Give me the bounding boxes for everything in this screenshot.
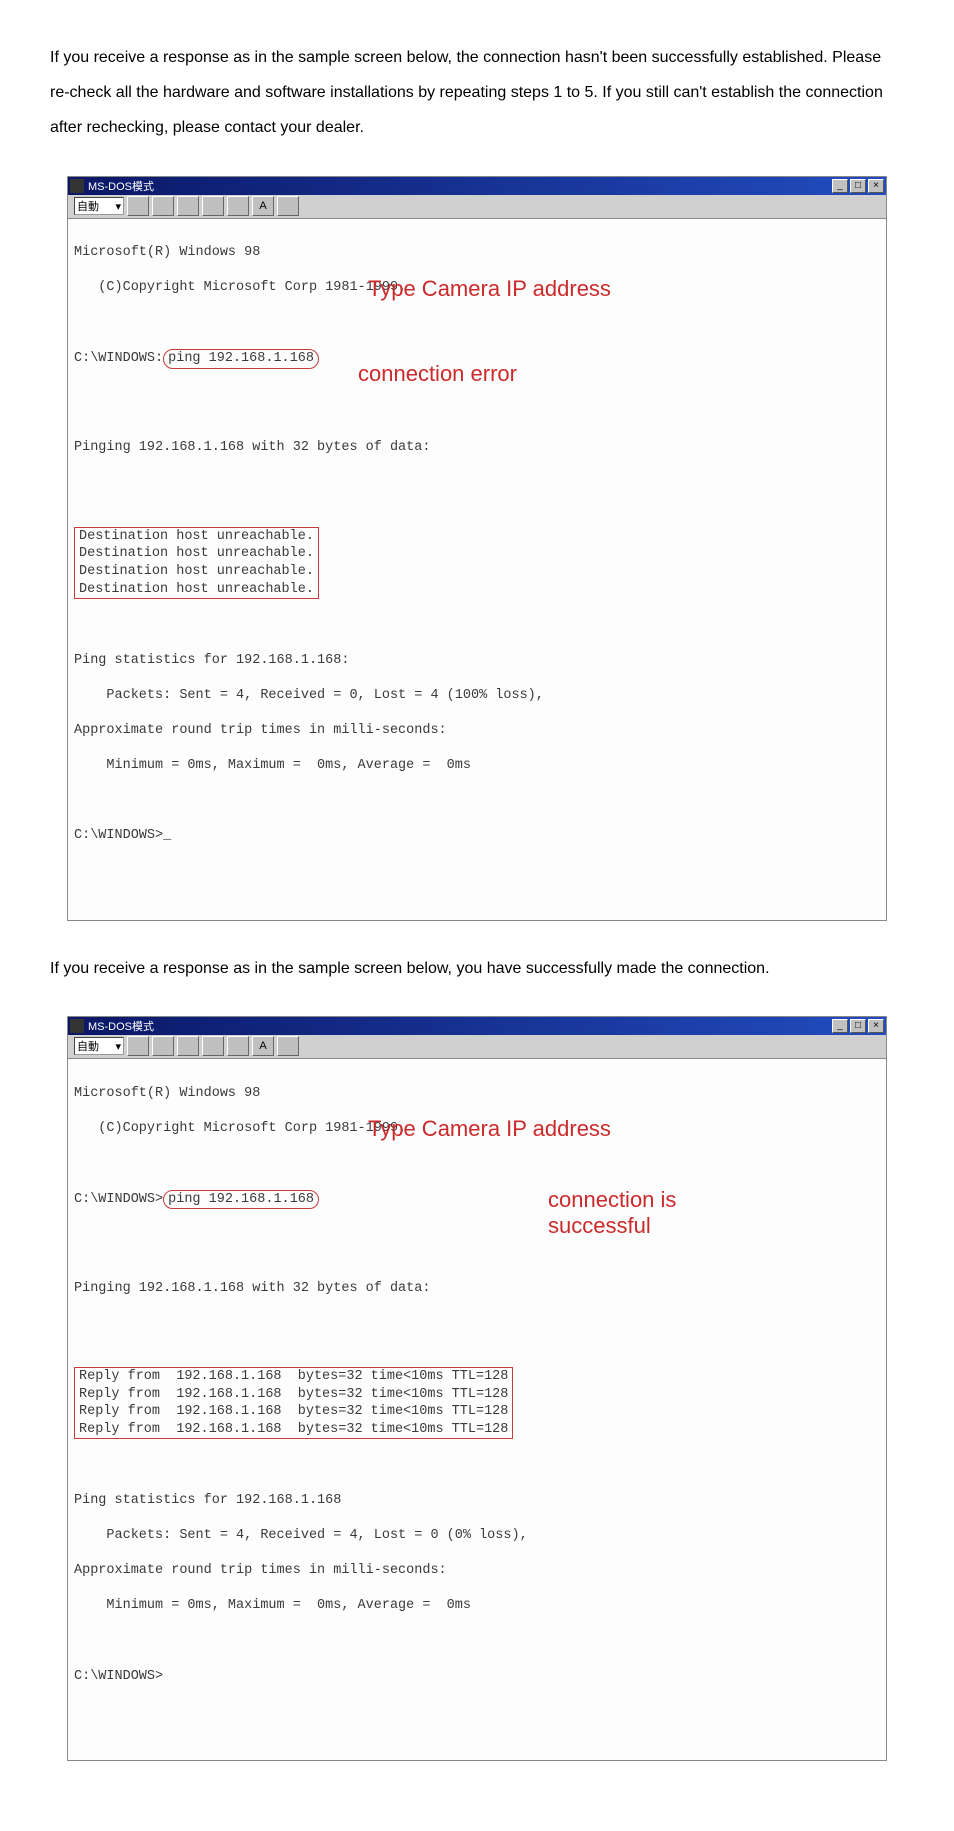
dest-unreach-2: Destination host unreachable.: [79, 545, 314, 563]
close-button[interactable]: ×: [868, 1019, 884, 1033]
reply-1: Reply from 192.168.1.168 bytes=32 time<1…: [79, 1368, 508, 1386]
window-title: MS-DOS模式: [88, 1018, 154, 1034]
dest-unreach-3: Destination host unreachable.: [79, 563, 314, 581]
prompt-prefix: C:\WINDOWS:: [74, 351, 163, 366]
stats-line-2: Packets: Sent = 4, Received = 4, Lost = …: [74, 1527, 880, 1545]
chevron-down-icon: ▾: [115, 200, 121, 213]
chevron-down-icon: ▾: [115, 1040, 121, 1053]
select-value: 自動: [77, 198, 99, 214]
copyright-line-1: Microsoft(R) Windows 98: [74, 244, 880, 262]
titlebar: MS-DOS模式 _ □ ×: [68, 177, 886, 195]
toolbar-button-3[interactable]: [177, 196, 199, 216]
toolbar-button-5[interactable]: [227, 196, 249, 216]
prompt-end: C:\WINDOWS>_: [74, 827, 880, 845]
toolbar-button-4[interactable]: [202, 196, 224, 216]
unreachable-block: Destination host unreachable.Destination…: [74, 527, 319, 599]
reply-4: Reply from 192.168.1.168 bytes=32 time<1…: [79, 1421, 508, 1439]
stats-line-1: Ping statistics for 192.168.1.168:: [74, 652, 880, 670]
annotation-type-ip: Type Camera IP address: [368, 1115, 611, 1144]
dest-unreach-4: Destination host unreachable.: [79, 581, 314, 599]
close-button[interactable]: ×: [868, 179, 884, 193]
dos-window-success: MS-DOS模式 _ □ × 自動 ▾ A Microsoft(R) Windo…: [67, 1016, 887, 1761]
reply-block: Reply from 192.168.1.168 bytes=32 time<1…: [74, 1367, 513, 1439]
app-icon: [70, 179, 84, 193]
titlebar: MS-DOS模式 _ □ ×: [68, 1017, 886, 1035]
annotation-connection-error: connection error: [358, 360, 517, 389]
stats-line-2: Packets: Sent = 4, Received = 0, Lost = …: [74, 687, 880, 705]
copyright-line-1: Microsoft(R) Windows 98: [74, 1085, 880, 1103]
font-size-select[interactable]: 自動 ▾: [74, 197, 124, 215]
dest-unreach-1: Destination host unreachable.: [79, 528, 314, 546]
stats-line-4: Minimum = 0ms, Maximum = 0ms, Average = …: [74, 757, 880, 775]
toolbar-button-7[interactable]: [277, 196, 299, 216]
stats-line-3: Approximate round trip times in milli-se…: [74, 1562, 880, 1580]
toolbar-button-1[interactable]: [127, 1036, 149, 1056]
intro-paragraph-2: If you receive a response as in the samp…: [50, 951, 904, 986]
minimize-button[interactable]: _: [832, 1019, 848, 1033]
toolbar-button-2[interactable]: [152, 196, 174, 216]
annotation-connection-success: connection issuccessful: [548, 1187, 676, 1240]
toolbar-button-6[interactable]: A: [252, 1036, 274, 1056]
maximize-button[interactable]: □: [850, 1019, 866, 1033]
window-title: MS-DOS模式: [88, 178, 154, 194]
stats-line-3: Approximate round trip times in milli-se…: [74, 722, 880, 740]
ping-command: ping 192.168.1.168: [163, 349, 319, 369]
toolbar-button-5[interactable]: [227, 1036, 249, 1056]
toolbar-button-1[interactable]: [127, 196, 149, 216]
minimize-button[interactable]: _: [832, 179, 848, 193]
pinging-line: Pinging 192.168.1.168 with 32 bytes of d…: [74, 1280, 880, 1298]
maximize-button[interactable]: □: [850, 179, 866, 193]
pinging-line: Pinging 192.168.1.168 with 32 bytes of d…: [74, 439, 880, 457]
terminal-output: Microsoft(R) Windows 98 (C)Copyright Mic…: [68, 1059, 886, 1760]
app-icon: [70, 1019, 84, 1033]
toolbar-button-7[interactable]: [277, 1036, 299, 1056]
toolbar: 自動 ▾ A: [68, 1035, 886, 1059]
stats-line-4: Minimum = 0ms, Maximum = 0ms, Average = …: [74, 1597, 880, 1615]
stats-line-1: Ping statistics for 192.168.1.168: [74, 1492, 880, 1510]
dos-window-error: MS-DOS模式 _ □ × 自動 ▾ A Microsoft(R) Windo…: [67, 176, 887, 921]
font-size-select[interactable]: 自動 ▾: [74, 1037, 124, 1055]
reply-2: Reply from 192.168.1.168 bytes=32 time<1…: [79, 1386, 508, 1404]
toolbar-button-4[interactable]: [202, 1036, 224, 1056]
annotation-type-ip: Type Camera IP address: [368, 275, 611, 304]
intro-paragraph-1: If you receive a response as in the samp…: [50, 40, 904, 146]
terminal-output: Microsoft(R) Windows 98 (C)Copyright Mic…: [68, 219, 886, 920]
reply-3: Reply from 192.168.1.168 bytes=32 time<1…: [79, 1403, 508, 1421]
select-value: 自動: [77, 1038, 99, 1054]
toolbar-button-6[interactable]: A: [252, 196, 274, 216]
prompt-end: C:\WINDOWS>: [74, 1668, 880, 1686]
prompt-prefix: C:\WINDOWS>: [74, 1192, 163, 1207]
ping-command: ping 192.168.1.168: [163, 1190, 319, 1210]
toolbar: 自動 ▾ A: [68, 195, 886, 219]
toolbar-button-3[interactable]: [177, 1036, 199, 1056]
toolbar-button-2[interactable]: [152, 1036, 174, 1056]
